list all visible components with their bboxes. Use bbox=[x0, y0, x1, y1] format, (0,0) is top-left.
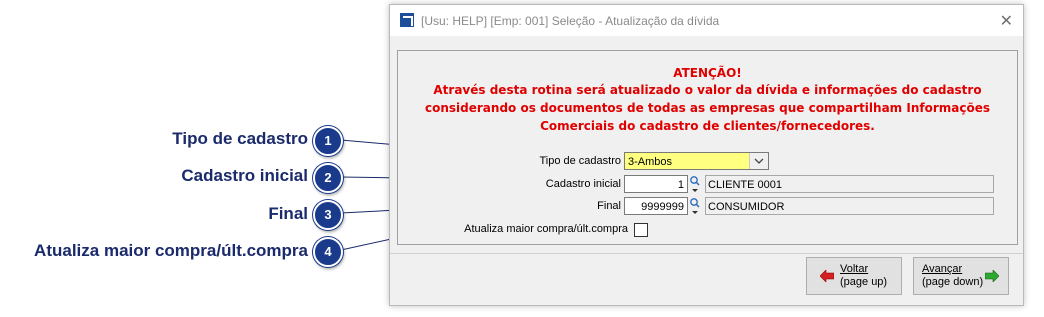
window-title: [Usu: HELP] [Emp: 001] Seleção - Atualiz… bbox=[421, 14, 720, 28]
warning-line-1: Através desta rotina será atualizado o v… bbox=[433, 83, 982, 97]
voltar-label: Voltar (page up) bbox=[840, 263, 887, 289]
voltar-label-line1: Voltar bbox=[840, 263, 869, 275]
final-name-value: CONSUMIDOR bbox=[708, 201, 785, 213]
avancar-label-line1: Avançar bbox=[922, 263, 963, 275]
arrow-left-icon bbox=[819, 269, 835, 285]
warning-line-2: considerando os documentos de todas as e… bbox=[425, 101, 990, 115]
voltar-label-line2: (page up) bbox=[840, 276, 888, 288]
callout-label-final: Final bbox=[268, 204, 308, 223]
atualiza-maior-compra-checkbox[interactable] bbox=[634, 223, 648, 237]
avancar-label-line2: (page down) bbox=[922, 276, 984, 288]
final-label: Final bbox=[597, 200, 621, 212]
dialog-window: [Usu: HELP] [Emp: 001] Seleção - Atualiz… bbox=[389, 4, 1024, 306]
tipo-cadastro-label: Tipo de cadastro bbox=[539, 155, 621, 167]
callout-badge-2: 2 bbox=[313, 163, 343, 193]
tipo-cadastro-select[interactable]: 3-Ambos bbox=[624, 152, 769, 170]
tipo-cadastro-value: 3-Ambos bbox=[628, 156, 673, 168]
search-icon[interactable] bbox=[689, 197, 703, 214]
callout-label-atualiza: Atualiza maior compra/últ.compra bbox=[34, 241, 308, 260]
cadastro-inicial-code-value: 1 bbox=[677, 179, 684, 191]
arrow-right-icon bbox=[984, 269, 1000, 285]
callout-badge-1: 1 bbox=[313, 126, 343, 156]
app-icon bbox=[400, 13, 414, 27]
final-code-input[interactable]: 9999999 bbox=[624, 197, 688, 215]
avancar-label: Avançar (page down) bbox=[922, 263, 983, 289]
warning-heading: ATENÇÃO! bbox=[673, 66, 742, 80]
avancar-button[interactable]: Avançar (page down) bbox=[913, 257, 1009, 295]
final-name-field: CONSUMIDOR bbox=[705, 197, 994, 215]
callout-label-inicial: Cadastro inicial bbox=[181, 166, 308, 185]
cadastro-inicial-name-value: CLIENTE 0001 bbox=[708, 179, 782, 191]
cadastro-inicial-name-field: CLIENTE 0001 bbox=[705, 175, 994, 193]
cadastro-inicial-code-input[interactable]: 1 bbox=[624, 175, 688, 193]
cadastro-inicial-label: Cadastro inicial bbox=[545, 178, 621, 190]
chevron-down-icon[interactable] bbox=[749, 153, 768, 169]
callout-label-tipo: Tipo de cadastro bbox=[172, 129, 308, 148]
callout-badge-3: 3 bbox=[313, 200, 343, 230]
final-code-value: 9999999 bbox=[641, 201, 684, 213]
close-button[interactable]: ✕ bbox=[1000, 11, 1013, 31]
selection-panel: ATENÇÃO! Através desta rotina será atual… bbox=[397, 50, 1018, 245]
warning-line-3: Comerciais do cadastro de clientes/forne… bbox=[540, 119, 875, 133]
search-icon[interactable] bbox=[689, 175, 703, 192]
callout-badge-4: 4 bbox=[313, 237, 343, 267]
voltar-button[interactable]: Voltar (page up) bbox=[806, 257, 902, 295]
atualiza-maior-compra-label: Atualiza maior compra/últ.compra bbox=[464, 223, 628, 235]
title-bar: [Usu: HELP] [Emp: 001] Seleção - Atualiz… bbox=[390, 5, 1023, 36]
footer-separator bbox=[390, 253, 1023, 254]
